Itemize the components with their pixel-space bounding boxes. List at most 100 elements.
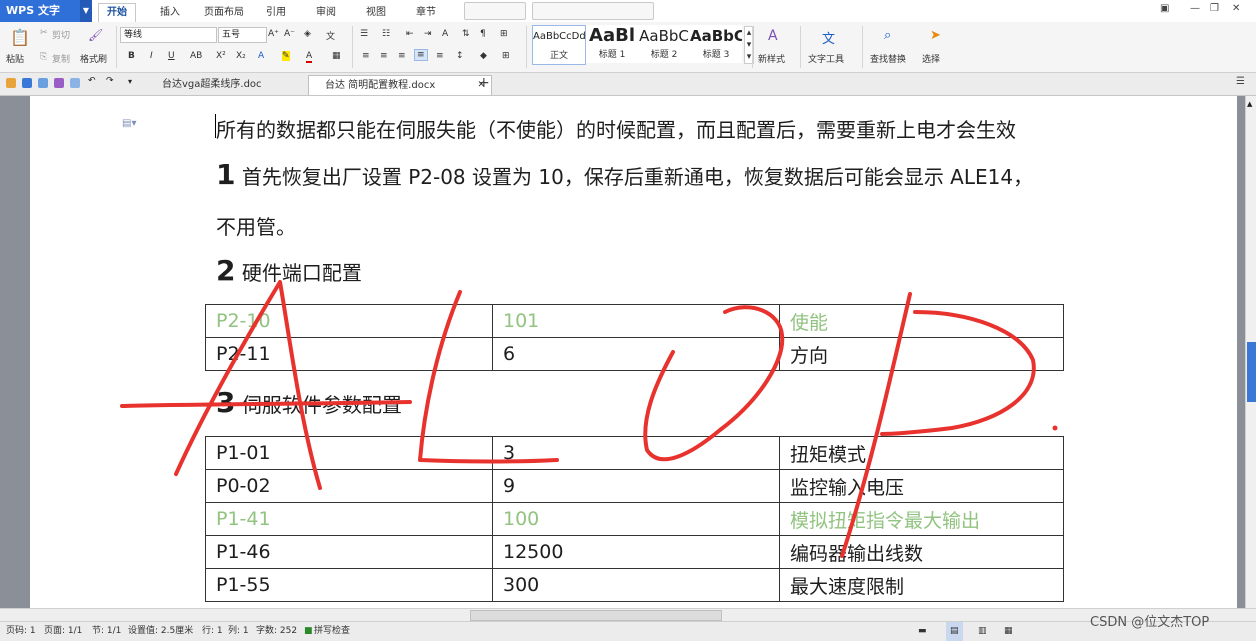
text-effect-icon[interactable]: A	[258, 51, 264, 61]
table-cell[interactable]: P2-11	[205, 337, 493, 371]
preview-icon[interactable]	[70, 78, 80, 88]
view-outline-icon[interactable]: ▥	[978, 622, 987, 641]
find-replace-button[interactable]: 查找替换	[870, 52, 906, 65]
format-painter-button[interactable]: 格式刷	[80, 52, 107, 65]
view-print-icon[interactable]: ▤	[946, 622, 963, 641]
tab-list-icon[interactable]: ☰	[1236, 76, 1245, 87]
font-name-select[interactable]: 等线	[120, 27, 217, 43]
style-heading-2[interactable]: AaBbC 标题 2	[638, 25, 690, 63]
view-page-icon[interactable]: ▬	[918, 622, 927, 641]
table-cell[interactable]: 101	[492, 304, 780, 338]
app-menu-button[interactable]: WPS 文字 ▼	[0, 0, 92, 22]
pinyin-icon[interactable]: 文	[326, 29, 335, 42]
table-cell[interactable]: 最大速度限制	[779, 568, 1064, 602]
chinese-layout-icon[interactable]: A	[442, 29, 448, 39]
subscript-icon[interactable]: X₂	[236, 51, 246, 61]
grow-font-icon[interactable]: A⁺	[268, 29, 279, 39]
distribute-icon[interactable]: ≡	[436, 51, 444, 61]
table-cell[interactable]: 100	[492, 502, 780, 536]
new-style-icon[interactable]: A	[768, 28, 778, 44]
view-web-icon[interactable]: ▦	[1004, 622, 1013, 641]
bold-icon[interactable]: B	[128, 51, 135, 61]
chevron-down-icon[interactable]: ▾	[128, 77, 138, 87]
table-cell[interactable]: 模拟扭矩指令最大输出	[779, 502, 1064, 536]
new-style-button[interactable]: 新样式	[758, 52, 785, 65]
copy-button[interactable]: 复制	[52, 52, 70, 65]
shrink-font-icon[interactable]: A⁻	[284, 29, 295, 39]
table-cell[interactable]: 12500	[492, 535, 780, 569]
table-cell[interactable]: P1-41	[205, 502, 493, 536]
save-icon[interactable]	[22, 78, 32, 88]
sort-icon[interactable]: ⇅	[462, 29, 470, 39]
font-size-select[interactable]: 五号	[218, 27, 267, 43]
table-cell[interactable]: 编码器输出线数	[779, 535, 1064, 569]
paste-icon[interactable]: 📋	[10, 28, 30, 47]
text-tools-button[interactable]: 文字工具	[808, 52, 844, 65]
shading-icon[interactable]: ◆	[480, 51, 487, 61]
table-cell[interactable]: P1-01	[205, 436, 493, 470]
font-color-icon[interactable]: A	[306, 51, 313, 63]
indent-icon[interactable]: ⇥	[424, 29, 432, 39]
align-right-icon[interactable]: ≡	[398, 51, 406, 61]
doc-tab-active[interactable]: 台达 简明配置教程.docx ✕	[308, 75, 492, 95]
redo-icon[interactable]: ↷	[106, 76, 116, 86]
status-words[interactable]: 字数: 252	[256, 622, 297, 641]
horizontal-scrollbar[interactable]	[0, 608, 1256, 621]
close-icon[interactable]: ✕	[1232, 3, 1240, 14]
style-normal[interactable]: AaBbCcDd 正文	[532, 25, 586, 65]
underline-icon[interactable]: U	[168, 51, 175, 61]
char-border-icon[interactable]: ▦	[332, 51, 341, 61]
paragraph-menu-icon[interactable]: ▤▾	[122, 118, 136, 129]
hscroll-thumb[interactable]	[470, 610, 722, 621]
table-cell[interactable]: P1-55	[205, 568, 493, 602]
find-icon[interactable]: ⌕	[884, 28, 891, 43]
output-pdf-icon[interactable]	[38, 78, 48, 88]
cut-icon[interactable]: ✂	[40, 28, 48, 38]
table-cell[interactable]: 方向	[779, 337, 1064, 371]
table-cell[interactable]: P1-46	[205, 535, 493, 569]
justify-icon[interactable]: ≡	[414, 49, 428, 61]
tab-page-layout[interactable]: 页面布局	[196, 4, 252, 22]
table-cell[interactable]: 3	[492, 436, 780, 470]
document-page[interactable]: ▤▾ 所有的数据都只能在伺服失能（不使能）的时候配置，而且配置后，需要重新上电才…	[30, 96, 1237, 608]
borders-icon[interactable]: ⊞	[502, 51, 510, 61]
print-icon[interactable]	[54, 78, 64, 88]
table-cell[interactable]: P2-10	[205, 304, 493, 338]
copy-icon[interactable]: ⎘	[40, 52, 47, 62]
skin-icon[interactable]: ▣	[1160, 3, 1169, 14]
table-cell[interactable]: 监控输入电压	[779, 469, 1064, 503]
highlight-icon[interactable]: ✎	[282, 51, 290, 61]
tab-chapter[interactable]: 章节	[408, 4, 444, 22]
undo-icon[interactable]: ↶	[88, 76, 98, 86]
new-tab-icon[interactable]: +	[478, 75, 490, 91]
align-left-icon[interactable]: ≡	[362, 51, 370, 61]
chevron-down-icon[interactable]: ▼	[80, 0, 92, 22]
tab-review[interactable]: 审阅	[308, 4, 344, 22]
table-cell[interactable]: 使能	[779, 304, 1064, 338]
style-heading-3[interactable]: AaBbC 标题 3	[690, 25, 742, 63]
doc-tab[interactable]: 台达vga超柔线序.doc	[146, 75, 318, 94]
table-cell[interactable]: 扭矩模式	[779, 436, 1064, 470]
tab-view[interactable]: 视图	[358, 4, 394, 22]
status-spellcheck[interactable]: 拼写检查	[314, 622, 350, 641]
format-painter-icon[interactable]: 🖌	[88, 28, 103, 42]
bullets-icon[interactable]: ☰	[360, 29, 368, 39]
minimize-icon[interactable]: —	[1190, 3, 1200, 14]
search-box[interactable]	[532, 2, 654, 20]
scroll-up-icon[interactable]: ▲	[1247, 100, 1255, 110]
text-tools-icon[interactable]: 文	[822, 28, 835, 47]
open-icon[interactable]	[6, 78, 16, 88]
scroll-thumb[interactable]	[1247, 342, 1256, 402]
tab-home[interactable]: 开始	[98, 3, 136, 22]
tab-references[interactable]: 引用	[258, 4, 294, 22]
table-icon[interactable]: ⊞	[500, 29, 508, 39]
strikethrough-icon[interactable]: AB	[190, 51, 202, 61]
clear-format-icon[interactable]: ◈	[304, 29, 311, 39]
italic-icon[interactable]: I	[150, 51, 153, 61]
tab-insert[interactable]: 插入	[152, 4, 188, 22]
table-cell[interactable]: 300	[492, 568, 780, 602]
paste-button[interactable]: 粘贴	[6, 52, 24, 65]
table-cell[interactable]: 6	[492, 337, 780, 371]
cut-button[interactable]: 剪切	[52, 28, 70, 41]
show-marks-icon[interactable]: ¶	[480, 29, 486, 39]
